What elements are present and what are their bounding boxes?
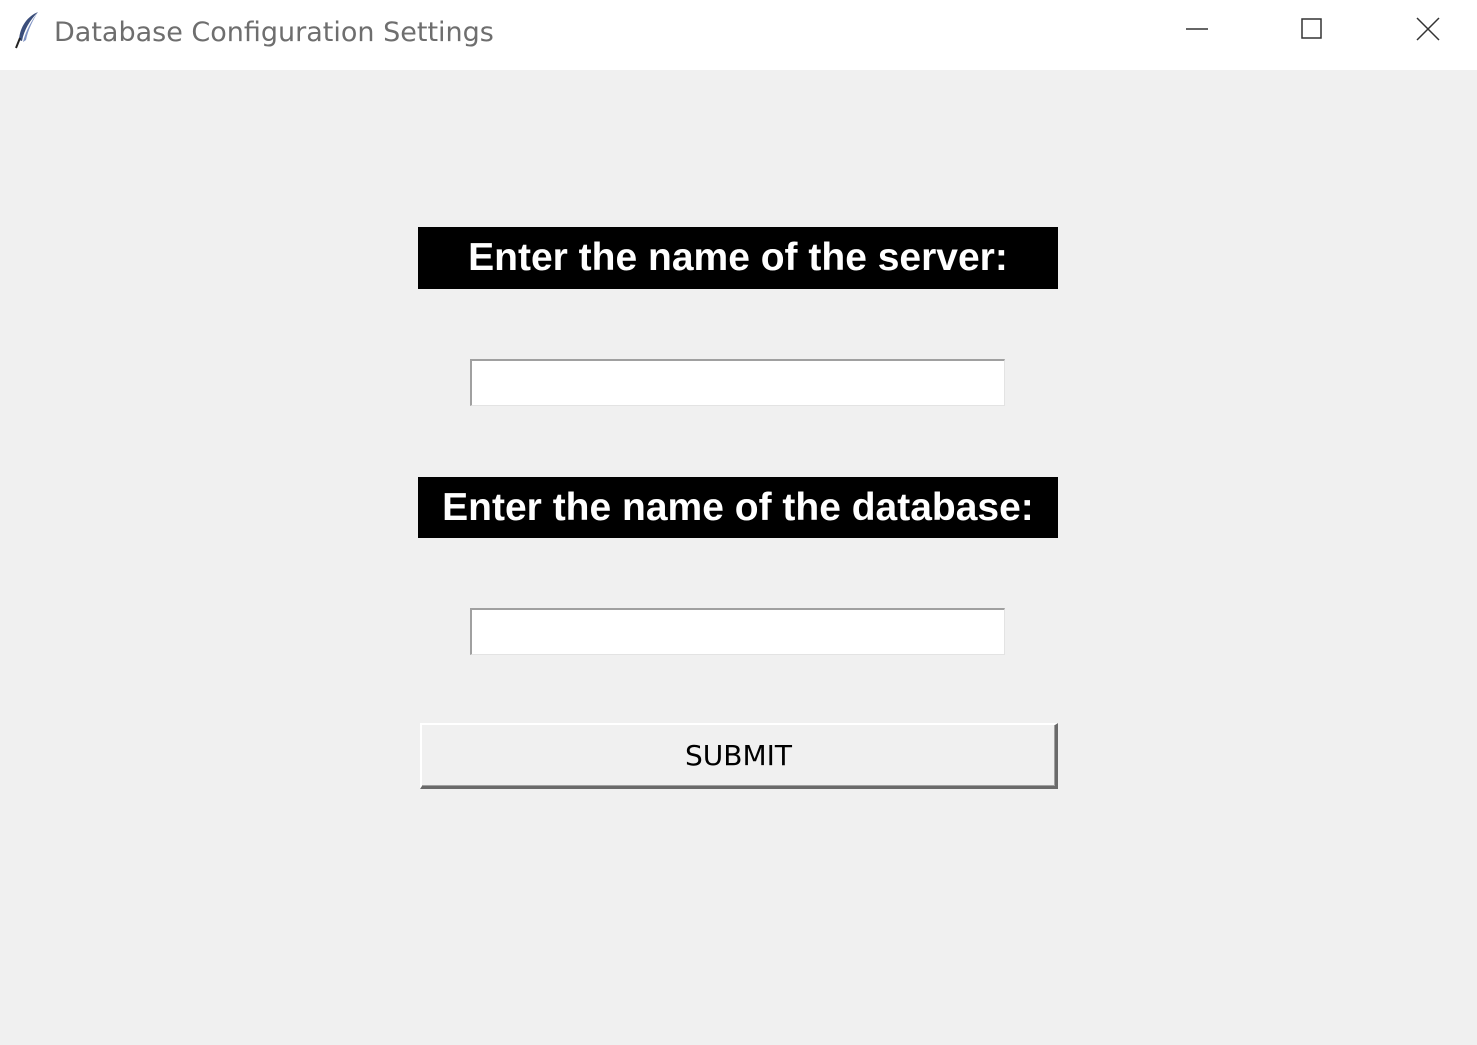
maximize-icon <box>1300 17 1324 46</box>
database-label: Enter the name of the database: <box>418 477 1058 538</box>
close-button[interactable] <box>1370 0 1477 62</box>
form-area: Enter the name of the server: Enter the … <box>0 70 1477 1045</box>
title-bar[interactable]: Database Configuration Settings <box>0 0 1477 70</box>
minimize-button[interactable] <box>1139 0 1255 62</box>
submit-button[interactable]: SUBMIT <box>420 723 1058 789</box>
window-title: Database Configuration Settings <box>54 17 494 48</box>
server-input[interactable] <box>470 359 1005 406</box>
maximize-button[interactable] <box>1254 0 1370 62</box>
database-input[interactable] <box>470 608 1005 655</box>
feather-icon <box>14 10 42 50</box>
app-window: Database Configuration Settings Enter th… <box>0 0 1477 1045</box>
minimize-icon <box>1185 17 1209 46</box>
close-icon <box>1416 16 1440 46</box>
server-label: Enter the name of the server: <box>418 227 1058 289</box>
